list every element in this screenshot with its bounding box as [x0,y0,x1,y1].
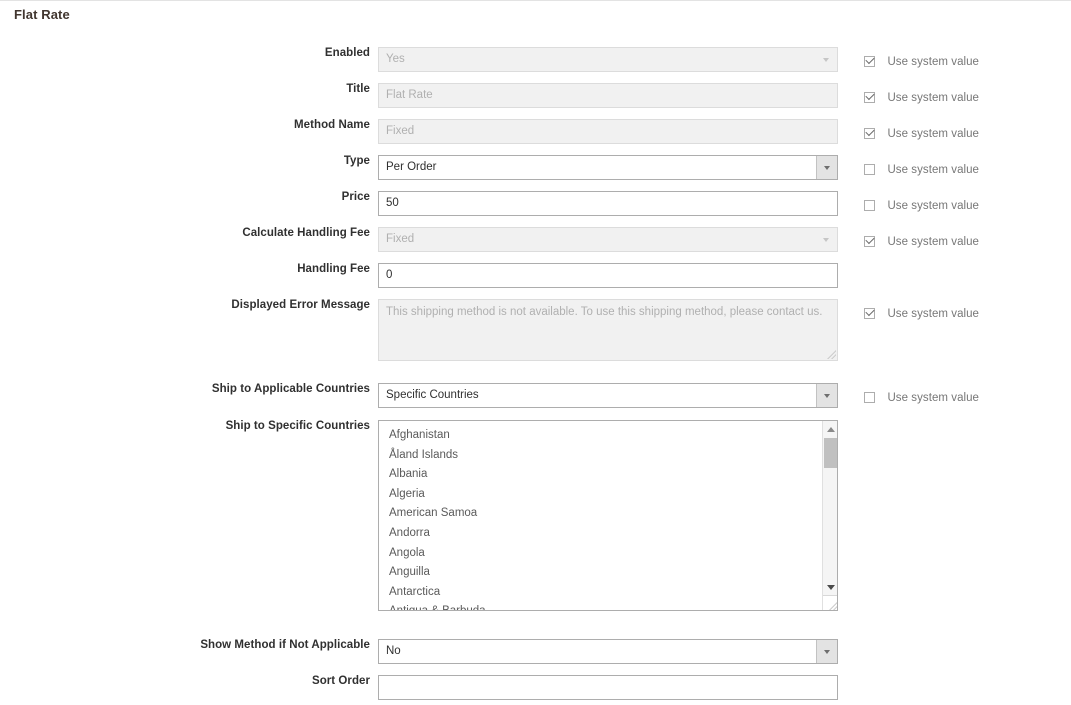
use-system-value-price[interactable]: Use system value [864,196,979,214]
flat-rate-config-page: Flat Rate Enabled Yes Use system value T… [0,0,1071,705]
scroll-up-arrow-icon[interactable] [823,422,837,436]
ship-applicable-select-value: Specific Countries [386,389,479,401]
use-system-value-label: Use system value [887,92,980,104]
sort-order-input[interactable] [378,675,838,700]
page-title: Flat Rate [14,7,70,22]
use-system-value-label: Use system value [887,308,980,320]
use-system-value-enabled[interactable]: Use system value [864,52,979,70]
country-option[interactable]: Albania [379,465,821,485]
checkbox-icon[interactable] [864,236,875,247]
label-calculate-handling-fee: Calculate Handling Fee [242,227,370,239]
checkbox-icon[interactable] [864,56,875,67]
ship-applicable-select-wrap: Specific Countries [378,383,838,408]
use-system-value-label: Use system value [887,56,980,68]
country-option[interactable]: Angola [379,544,821,564]
title-input-wrap: Flat Rate [378,83,838,108]
chevron-down-icon[interactable] [816,640,837,663]
checkbox-icon[interactable] [864,164,875,175]
country-option[interactable]: Anguilla [379,563,821,583]
label-method-name: Method Name [294,119,370,131]
use-system-value-method-name[interactable]: Use system value [864,124,979,142]
label-enabled: Enabled [324,47,370,59]
use-system-value-ship-to-applicable-countries[interactable]: Use system value [864,388,979,406]
label-handling-fee: Handling Fee [297,263,370,275]
enabled-select-wrap: Yes [378,47,838,72]
checkbox-icon[interactable] [864,92,875,103]
country-option[interactable]: American Samoa [379,504,821,524]
handling-fee-input[interactable]: 0 [378,263,838,288]
use-system-value-type[interactable]: Use system value [864,160,979,178]
chevron-down-icon[interactable] [816,384,837,407]
chevron-down-icon [816,228,837,251]
chevron-down-icon[interactable] [816,156,837,179]
error-message-textarea-wrap: This shipping method is not available. T… [378,299,838,361]
error-message-textarea: This shipping method is not available. T… [378,299,838,361]
sort-order-input-wrap [378,675,838,700]
method-name-input-wrap: Fixed [378,119,838,144]
calculate-handling-fee-value: Fixed [386,233,415,245]
use-system-value-label: Use system value [887,200,980,212]
label-price: Price [341,191,370,203]
type-select[interactable]: Per Order [378,155,838,180]
calculate-handling-fee-select: Fixed [378,227,838,252]
checkbox-icon[interactable] [864,392,875,403]
type-select-value: Per Order [386,161,437,173]
use-system-value-calculate-handling-fee[interactable]: Use system value [864,232,979,250]
enabled-select: Yes [378,47,838,72]
label-type: Type [343,155,370,167]
country-list-scrollbar[interactable] [822,421,837,610]
country-option[interactable]: Afghanistan [379,426,821,446]
label-show-method-if-not-applicable: Show Method if Not Applicable [200,639,370,651]
use-system-value-label: Use system value [887,392,980,404]
price-input-wrap: 50 [378,191,838,216]
show-not-applicable-select[interactable]: No [378,639,838,664]
country-option[interactable]: Åland Islands [379,446,821,466]
country-option[interactable]: Antarctica [379,583,821,603]
label-displayed-error-message: Displayed Error Message [231,299,370,311]
label-title: Title [346,83,370,95]
resize-grip-icon [825,348,836,359]
scroll-down-arrow-icon[interactable] [823,580,837,594]
checkbox-icon[interactable] [864,128,875,139]
show-not-applicable-select-wrap: No [378,639,838,664]
method-name-input: Fixed [378,119,838,144]
enabled-select-value: Yes [386,53,405,65]
type-select-wrap: Per Order [378,155,838,180]
label-ship-to-specific-countries: Ship to Specific Countries [225,420,370,432]
scrollbar-thumb[interactable] [824,438,837,468]
country-options-list[interactable]: Afghanistan Åland Islands Albania Algeria Am… [379,426,821,610]
country-option[interactable]: Algeria [379,485,821,505]
use-system-value-label: Use system value [887,128,980,140]
label-ship-to-applicable-countries: Ship to Applicable Countries [211,383,370,395]
title-input: Flat Rate [378,83,838,108]
country-option[interactable]: Andorra [379,524,821,544]
show-not-applicable-select-value: No [386,645,401,657]
checkbox-icon[interactable] [864,308,875,319]
label-sort-order: Sort Order [311,675,370,687]
price-input[interactable]: 50 [378,191,838,216]
ship-specific-multiselect[interactable]: Afghanistan Åland Islands Albania Algeria Am… [378,420,838,611]
country-option[interactable]: Antigua & Barbuda [379,602,821,610]
resize-grip-icon[interactable] [823,595,837,610]
ship-specific-multiselect-wrap: Afghanistan Åland Islands Albania Algeria Am… [378,420,838,611]
checkbox-icon[interactable] [864,200,875,211]
use-system-value-label: Use system value [887,164,980,176]
calculate-handling-fee-select-wrap: Fixed [378,227,838,252]
use-system-value-label: Use system value [887,236,980,248]
ship-applicable-select[interactable]: Specific Countries [378,383,838,408]
handling-fee-input-wrap: 0 [378,263,838,288]
chevron-down-icon [816,48,837,71]
error-message-text: This shipping method is not available. T… [386,306,823,318]
use-system-value-displayed-error-message[interactable]: Use system value [864,304,979,322]
use-system-value-title[interactable]: Use system value [864,88,979,106]
